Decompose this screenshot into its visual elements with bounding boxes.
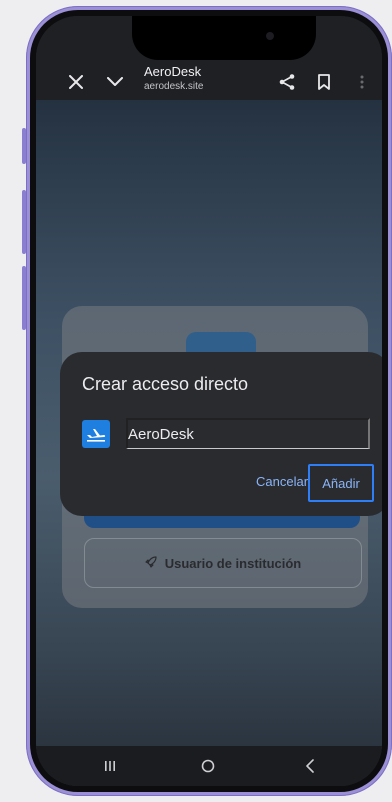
chevron-down-icon[interactable]: [104, 72, 126, 92]
recents-icon[interactable]: [98, 754, 122, 778]
rocket-icon: [145, 555, 157, 571]
share-icon[interactable]: [276, 72, 298, 92]
system-navigation-bar: [36, 746, 382, 786]
institution-user-label: Usuario de institución: [164, 555, 302, 571]
close-icon[interactable]: [66, 72, 86, 92]
add-button[interactable]: Añadir: [308, 464, 374, 502]
phone-body: AeroDesk aerodesk.site Usuario de instit…: [30, 10, 388, 792]
bookmark-icon[interactable]: [314, 72, 334, 92]
home-icon[interactable]: [196, 754, 220, 778]
more-vert-icon[interactable]: [354, 72, 370, 92]
page-url: aerodesk.site: [144, 81, 204, 92]
institution-user-button: Usuario de institución: [84, 538, 362, 588]
camera-notch: [132, 16, 316, 60]
phone-volume-down-button: [22, 266, 26, 330]
phone-volume-up-button: [22, 190, 26, 254]
phone-side-button: [22, 128, 26, 164]
camera-dot: [266, 32, 274, 40]
plane-icon: [82, 420, 110, 448]
back-icon[interactable]: [298, 754, 322, 778]
screen: AeroDesk aerodesk.site Usuario de instit…: [36, 16, 382, 786]
cancel-button[interactable]: Cancelar: [256, 474, 308, 489]
page-title: AeroDesk: [144, 64, 202, 79]
create-shortcut-dialog: Crear acceso directo Cancelar Añadir: [60, 352, 382, 516]
shortcut-name-input[interactable]: [126, 418, 370, 449]
dialog-title: Crear acceso directo: [82, 374, 249, 394]
